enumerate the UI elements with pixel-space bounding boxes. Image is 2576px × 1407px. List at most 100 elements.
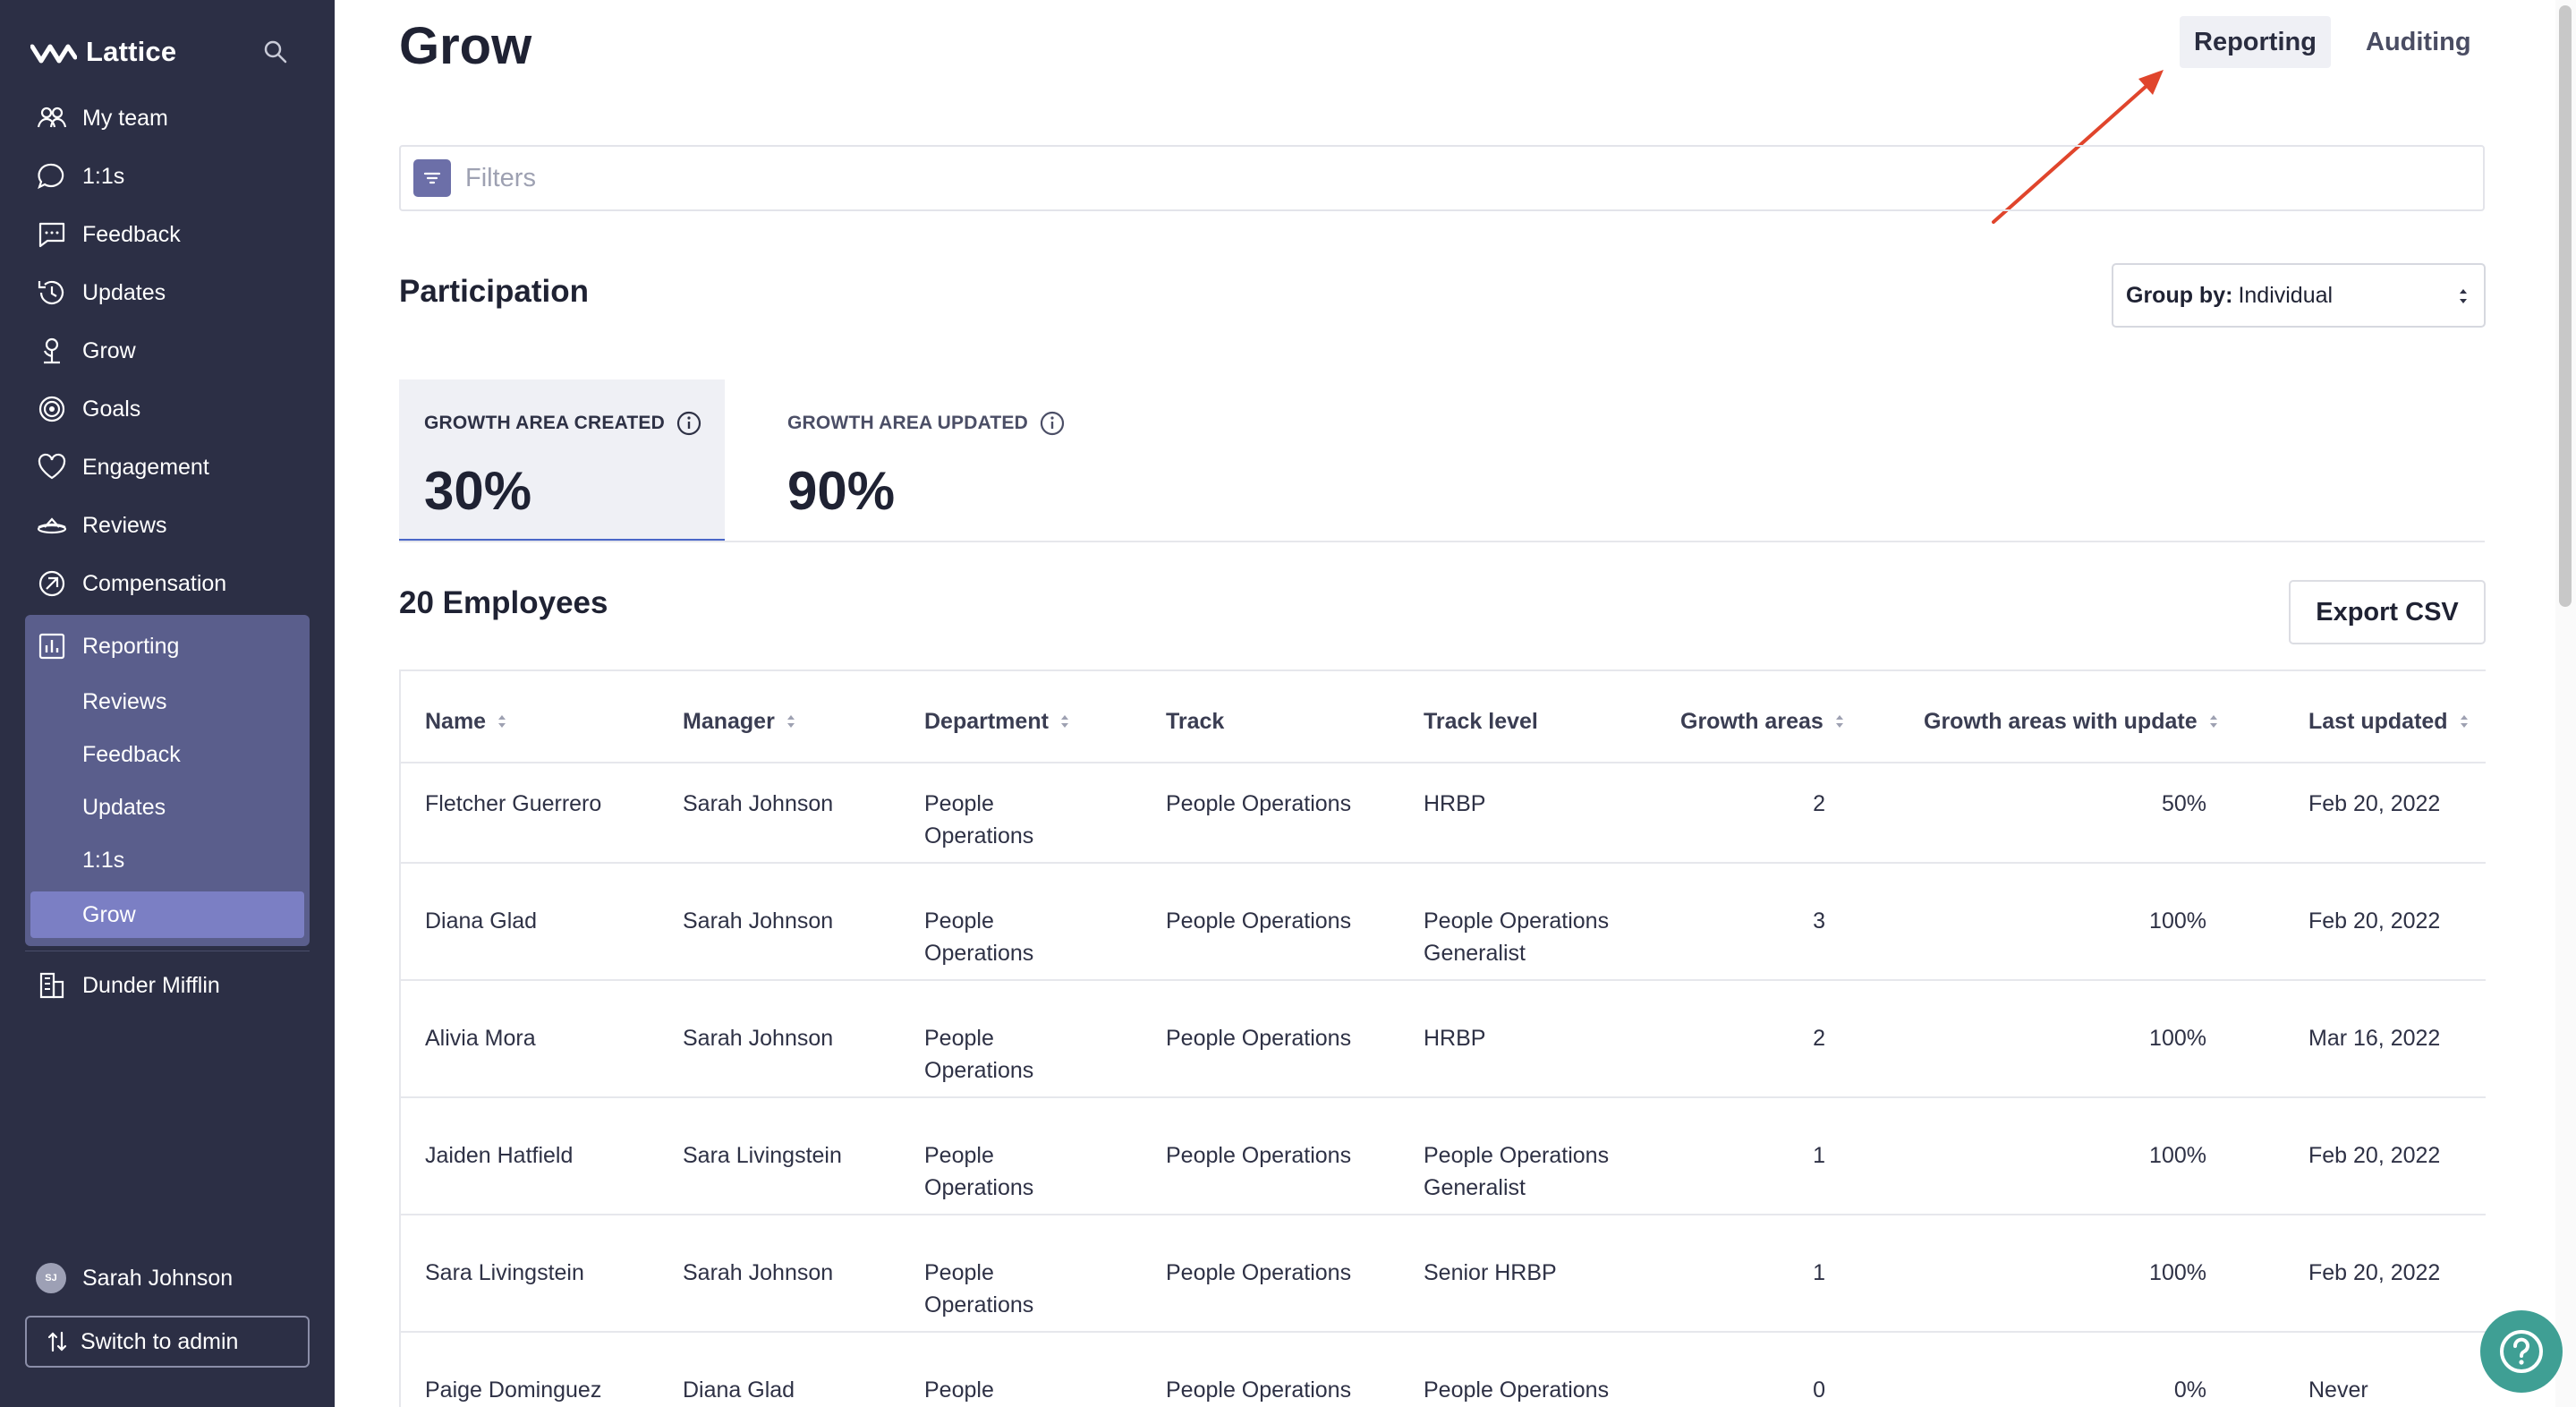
heart-icon [38,453,66,480]
cell-growth-areas: 1 [1813,1143,1825,1168]
help-button[interactable] [2480,1310,2563,1393]
sidebar-item-reviews[interactable]: Reviews [36,503,166,548]
sidebar-item-company[interactable]: Dunder Mifflin [36,963,220,1008]
group-by-label: Group by: [2126,282,2233,308]
column-header-label: Growth areas with update [1924,708,2198,734]
column-header-label: Growth areas [1680,708,1824,734]
column-header-label: Last updated [2308,708,2448,734]
target-icon [38,396,65,422]
chat-bubble-icon [38,163,64,190]
sidebar: Lattice My team 1:1s Feedback Updates Gr… [0,0,335,1407]
sidebar-item-goals[interactable]: Goals [36,387,140,431]
cell-name[interactable]: Sara Livingstein [425,1257,584,1289]
sidebar-item-compensation[interactable]: Compensation [36,561,226,606]
tab-reporting[interactable]: Reporting [2180,16,2331,68]
metrics-divider [399,541,2485,542]
row-divider [399,1096,2486,1098]
bar-chart-icon [38,633,65,660]
sidebar-item-label: 1:1s [82,163,125,189]
sort-icon[interactable] [2208,712,2219,730]
scrollbar-thumb[interactable] [2559,5,2572,607]
sort-icon[interactable] [786,712,796,730]
switch-to-admin-button[interactable]: Switch to admin [25,1316,310,1368]
sidebar-item-label: Reviews [82,512,167,538]
cell-department: People Operations [924,1143,1034,1200]
cell-name[interactable]: Fletcher Guerrero [425,788,601,820]
cell-last-updated: Never [2308,1377,2368,1403]
reporting-sub-feedback[interactable]: Feedback [82,737,181,772]
search-icon[interactable] [261,38,290,66]
cell-track-level: People Operations Generalist [1424,1143,1610,1200]
column-header[interactable]: Manager [683,704,796,739]
cell-department: People Operations [924,1260,1034,1317]
column-header-label: Department [924,708,1049,734]
column-header: Track level [1424,704,1538,739]
cell-growth-areas-with-update: 0% [2173,1377,2206,1403]
reporting-sub-reviews[interactable]: Reviews [82,684,166,720]
people-icon [37,107,67,128]
reporting-sub-grow[interactable]: Grow [82,897,136,933]
sidebar-item-engagement[interactable]: Engagement [36,445,209,490]
sub-item-label: Updates [82,794,166,820]
header-divider [399,762,2486,763]
sidebar-item-grow[interactable]: Grow [36,328,136,373]
cell-manager: Sarah Johnson [683,791,834,816]
cell-growth-areas: 2 [1813,1026,1825,1051]
sort-icon[interactable] [497,712,507,730]
current-user[interactable]: SJ Sarah Johnson [36,1260,233,1296]
sidebar-item-1on1s[interactable]: 1:1s [36,154,124,199]
metric-label: GROWTH AREA CREATED [424,413,666,433]
column-header[interactable]: Growth areas with update [1924,704,2219,739]
cell-manager: Sara Livingstein [683,1143,842,1168]
cell-name[interactable]: Alivia Mora [425,1022,536,1054]
cell-growth-areas-with-update: 100% [2149,908,2206,934]
tab-auditing[interactable]: Auditing [2351,16,2486,68]
metric-growth-area-updated[interactable]: GROWTH AREA UPDATED 90% [762,379,1084,542]
info-icon[interactable] [676,410,702,437]
cell-track-level: People Operations [1424,1377,1610,1403]
filters-placeholder: Filters [465,163,536,192]
cell-growth-areas-with-update: 100% [2149,1026,2206,1051]
reporting-sub-1on1s[interactable]: 1:1s [82,842,124,878]
lattice-logo[interactable]: Lattice [30,34,176,70]
cell-last-updated: Mar 16, 2022 [2308,1026,2441,1051]
switch-arrows-icon [47,1331,67,1352]
cell-name[interactable]: Diana Glad [425,905,537,937]
cell-name[interactable]: Jaiden Hatfield [425,1139,573,1172]
column-header-label: Name [425,708,487,734]
sort-icon[interactable] [2459,712,2470,730]
column-header[interactable]: Name [425,704,507,739]
cell-last-updated: Feb 20, 2022 [2308,1143,2441,1168]
updates-icon [38,280,64,304]
cell-name[interactable]: Paige Dominguez [425,1374,601,1406]
sidebar-item-reporting[interactable]: Reporting [36,624,179,669]
sidebar-item-feedback[interactable]: Feedback [36,212,181,257]
filter-icon[interactable] [413,159,451,197]
row-divider [399,1331,2486,1333]
sort-icon[interactable] [1834,712,1845,730]
cell-last-updated: Feb 20, 2022 [2308,908,2441,934]
select-caret-icon [2460,289,2467,303]
reporting-sub-updates[interactable]: Updates [82,789,166,825]
export-csv-button[interactable]: Export CSV [2289,580,2486,644]
grow-icon [43,337,60,364]
filters-bar[interactable]: Filters [399,145,2485,211]
message-square-icon [38,222,65,248]
cell-growth-areas: 0 [1813,1377,1825,1403]
cell-track: People Operations [1166,1377,1352,1403]
cell-track: People Operations [1166,908,1352,934]
column-header[interactable]: Department [924,704,1070,739]
group-by-select[interactable]: Group by: Individual [2112,263,2486,328]
info-icon[interactable] [1039,410,1066,437]
column-header[interactable]: Last updated [2308,704,2470,739]
page-title: Grow [399,17,532,75]
cell-growth-areas: 3 [1813,908,1825,934]
metric-growth-area-created[interactable]: GROWTH AREA CREATED 30% [399,379,725,542]
sidebar-item-updates[interactable]: Updates [36,270,166,315]
sidebar-item-my-team[interactable]: My team [36,96,168,141]
column-header[interactable]: Growth areas [1680,704,1845,739]
metric-label: GROWTH AREA UPDATED [787,413,1029,433]
cell-track-level: HRBP [1424,791,1486,816]
sort-icon[interactable] [1059,712,1070,730]
sidebar-item-label: Compensation [82,570,227,596]
